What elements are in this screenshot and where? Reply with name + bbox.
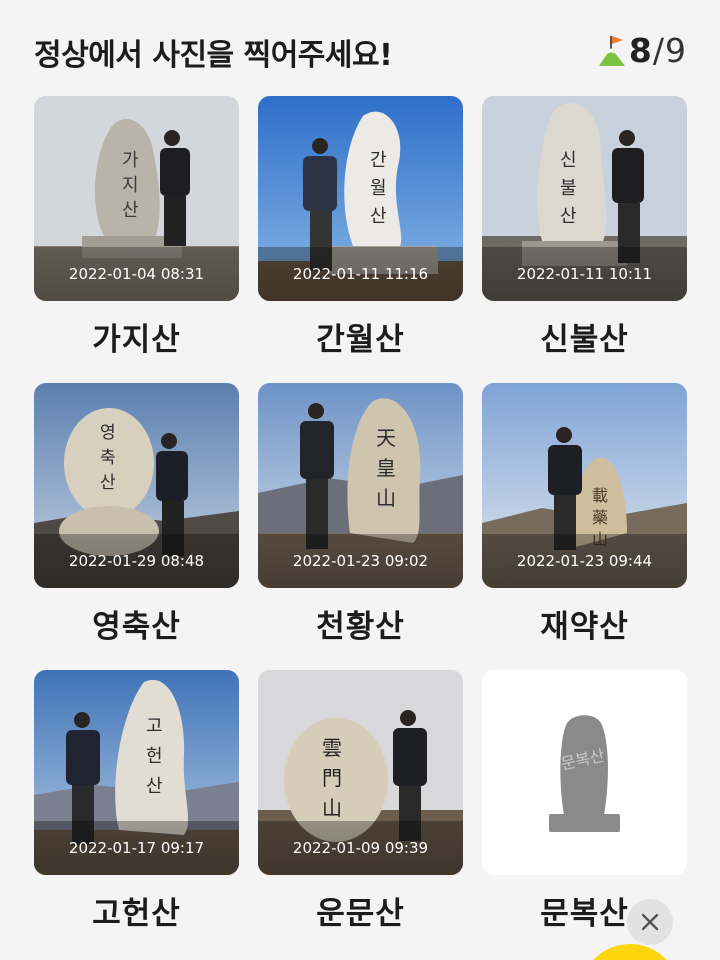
svg-text:雲: 雲	[322, 736, 342, 760]
mountain-name: 고헌산	[92, 896, 181, 932]
svg-text:皇: 皇	[376, 456, 396, 480]
svg-text:山: 山	[376, 486, 396, 510]
mountain-grid: 가 지 산 2022-01-04 08:31 가지산 간 월 산 2022-01…	[34, 96, 687, 957]
svg-text:월: 월	[370, 178, 387, 199]
photo-timestamp: 2022-01-09 09:39	[258, 821, 463, 875]
svg-text:산: 산	[560, 206, 577, 227]
mountain-card[interactable]: 가 지 산 2022-01-04 08:31 가지산	[34, 96, 239, 383]
mountain-card[interactable]: 신 불 산 2022-01-11 10:11 신불산	[482, 96, 687, 383]
mountain-name: 신불산	[540, 322, 629, 358]
mountain-name: 간월산	[316, 322, 405, 358]
svg-text:헌: 헌	[146, 746, 163, 767]
svg-text:天: 天	[376, 426, 396, 450]
svg-text:축: 축	[100, 448, 116, 468]
svg-text:산: 산	[122, 200, 139, 221]
close-icon	[641, 913, 659, 931]
mountain-card[interactable]: 天 皇 山 2022-01-23 09:02 천황산	[258, 383, 463, 670]
page-title: 정상에서 사진을 찍어주세요!	[34, 38, 393, 73]
summit-photo[interactable]: 雲 門 山 2022-01-09 09:39	[258, 670, 463, 875]
summit-photo-placeholder[interactable]: 문복산	[482, 670, 687, 875]
svg-text:산: 산	[146, 776, 163, 797]
summit-photo[interactable]: 天 皇 山 2022-01-23 09:02	[258, 383, 463, 588]
svg-text:불: 불	[560, 178, 577, 199]
summit-photo[interactable]: 간 월 산 2022-01-11 11:16	[258, 96, 463, 301]
mountain-name: 가지산	[92, 322, 181, 358]
svg-text:간: 간	[370, 150, 387, 171]
svg-text:지: 지	[122, 175, 139, 196]
mountain-name: 천황산	[316, 609, 405, 645]
mountain-card[interactable]: 載 藥 山 2022-01-23 09:44 재약산	[482, 383, 687, 670]
mountain-card[interactable]: 간 월 산 2022-01-11 11:16 간월산	[258, 96, 463, 383]
svg-text:신: 신	[560, 150, 577, 171]
progress-counter: 8 / 9	[597, 28, 686, 72]
mountain-flag-icon	[598, 36, 625, 66]
summit-photo[interactable]: 고 헌 산 2022-01-17 09:17	[34, 670, 239, 875]
summit-photo[interactable]: 載 藥 山 2022-01-23 09:44	[482, 383, 687, 588]
progress-collected: 8	[628, 30, 652, 70]
summit-stone-placeholder-icon: 문복산	[549, 715, 620, 832]
svg-text:藥: 藥	[592, 508, 608, 527]
photo-timestamp: 2022-01-11 11:16	[258, 247, 463, 301]
summit-photo[interactable]: 영 축 산 2022-01-29 08:48	[34, 383, 239, 588]
mountain-card[interactable]: 雲 門 山 2022-01-09 09:39 운문산	[258, 670, 463, 957]
progress-separator: /	[652, 30, 664, 70]
svg-text:고: 고	[146, 716, 163, 737]
photo-timestamp: 2022-01-23 09:44	[482, 534, 687, 588]
mountain-card[interactable]: 영 축 산 2022-01-29 08:48 영축산	[34, 383, 239, 670]
photo-timestamp: 2022-01-23 09:02	[258, 534, 463, 588]
summit-photo[interactable]: 신 불 산 2022-01-11 10:11	[482, 96, 687, 301]
photo-timestamp: 2022-01-04 08:31	[34, 247, 239, 301]
svg-text:載: 載	[592, 486, 608, 505]
svg-text:가: 가	[122, 150, 139, 171]
photo-timestamp: 2022-01-17 09:17	[34, 821, 239, 875]
svg-text:山: 山	[322, 796, 342, 820]
mountain-name: 재약산	[540, 609, 629, 645]
close-button[interactable]	[627, 899, 673, 945]
svg-text:산: 산	[370, 206, 387, 227]
photo-timestamp: 2022-01-11 10:11	[482, 247, 687, 301]
mountain-card[interactable]: 고 헌 산 2022-01-17 09:17 고헌산	[34, 670, 239, 957]
mountain-name: 영축산	[92, 609, 181, 645]
mountain-name: 운문산	[316, 896, 405, 932]
summit-photo[interactable]: 가 지 산 2022-01-04 08:31	[34, 96, 239, 301]
header: 정상에서 사진을 찍어주세요! 8 / 9	[0, 0, 720, 96]
svg-text:영: 영	[100, 423, 116, 443]
svg-text:산: 산	[100, 473, 116, 493]
photo-timestamp: 2022-01-29 08:48	[34, 534, 239, 588]
progress-total: 9	[665, 30, 686, 70]
svg-text:門: 門	[322, 766, 342, 790]
